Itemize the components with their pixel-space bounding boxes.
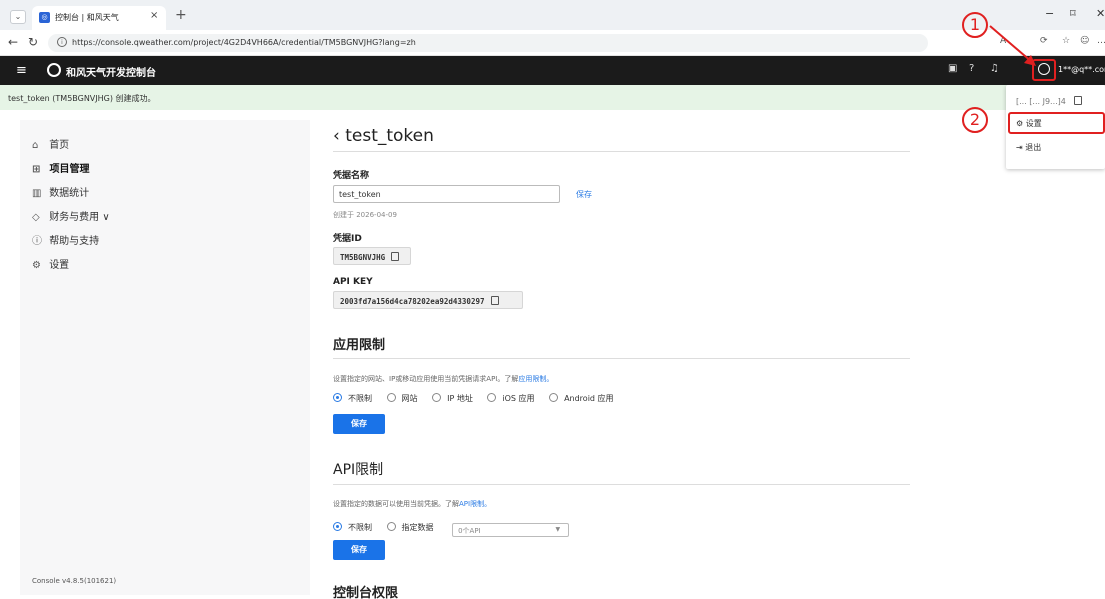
sidebar-item-settings[interactable]: ⚙ 设置 xyxy=(32,256,69,271)
back-chevron-icon[interactable]: ‹ xyxy=(333,126,340,146)
version-label: Console v4.8.5(101621) xyxy=(32,577,117,585)
sidebar-item-label: 设置 xyxy=(49,260,70,271)
console-permission-title: 控制台权限 xyxy=(333,586,399,599)
chevron-down-icon: ▼ xyxy=(555,526,561,533)
sidebar-item-stats[interactable]: ▥ 数据统计 xyxy=(32,184,89,199)
api-key-value: 2003fd7a156d4ca78202ea92d4330297 xyxy=(340,297,485,306)
radio-no-limit[interactable]: 不限制 xyxy=(333,522,372,532)
api-key-box: 2003fd7a156d4ca78202ea92d4330297 xyxy=(333,291,523,309)
app-limit-desc: 设置指定的网站、IP或移动应用使用当前凭据请求API。了解应用限制。 xyxy=(333,375,554,383)
credential-name-input[interactable] xyxy=(333,185,560,203)
created-date: 创建于 2026-04-09 xyxy=(333,211,397,219)
app-limit-radio-group: 不限制 网站 IP 地址 iOS 应用 Android 应用 xyxy=(333,393,626,404)
radio-icon xyxy=(432,393,442,402)
radio-no-limit[interactable]: 不限制 xyxy=(333,393,372,403)
radio-specific-data[interactable]: 指定数据 xyxy=(386,522,434,532)
sidebar: ⌂ 首页 ⊞ 项目管理 ▥ 数据统计 ◇ 财务与费用 ∨ ⓘ 帮助与支持 ⚙ 设… xyxy=(20,120,310,595)
radio-website[interactable]: 网站 xyxy=(386,393,418,403)
sidebar-item-home[interactable]: ⌂ 首页 xyxy=(32,136,69,151)
api-limit-radio-group: 不限制 指定数据 0个API ▼ xyxy=(333,522,570,537)
gear-icon: ⚙ xyxy=(1016,119,1024,128)
page-title-text: test_token xyxy=(345,126,434,146)
credential-id-box: TM5BGNVJHG xyxy=(333,247,411,265)
grid-icon: ⊞ xyxy=(32,164,41,175)
gear-icon: ⚙ xyxy=(32,260,41,271)
sidebar-item-help[interactable]: ⓘ 帮助与支持 xyxy=(32,232,99,247)
sidebar-item-label: 帮助与支持 xyxy=(49,236,100,247)
wallet-icon: ◇ xyxy=(32,212,40,223)
save-name-link[interactable]: 保存 xyxy=(576,189,592,200)
api-limit-title: API限制 xyxy=(333,462,384,478)
radio-checked-icon xyxy=(333,522,342,531)
api-limit-save-button[interactable]: 保存 xyxy=(333,540,385,560)
credential-name-label: 凭据名称 xyxy=(333,171,370,181)
radio-icon xyxy=(386,393,396,402)
sidebar-item-label: 项目管理 xyxy=(49,164,90,175)
api-limit-learn-link[interactable]: API限制。 xyxy=(459,500,491,508)
app-limit-save-button[interactable]: 保存 xyxy=(333,414,385,434)
radio-checked-icon xyxy=(333,393,342,402)
sidebar-item-finance[interactable]: ◇ 财务与费用 ∨ xyxy=(32,208,110,223)
chart-icon: ▥ xyxy=(32,188,42,199)
app-limit-title: 应用限制 xyxy=(333,338,386,353)
radio-icon xyxy=(549,393,559,402)
sidebar-item-label: 首页 xyxy=(49,140,70,151)
page-title: ‹ test_token xyxy=(333,126,434,146)
copy-icon[interactable] xyxy=(490,296,499,305)
credential-id-value: TM5BGNVJHG xyxy=(340,253,386,262)
divider xyxy=(333,358,910,359)
api-key-label: API KEY xyxy=(333,277,373,287)
divider xyxy=(333,151,910,152)
sidebar-item-label: 数据统计 xyxy=(49,188,90,199)
menu-item-logout[interactable]: ⇥ 退出 xyxy=(1016,142,1041,153)
annotation-arrow xyxy=(989,25,1036,66)
radio-android[interactable]: Android 应用 xyxy=(549,393,614,403)
logout-icon: ⇥ xyxy=(1016,143,1023,152)
divider xyxy=(333,484,910,485)
app-limit-learn-link[interactable]: 应用限制。 xyxy=(518,375,553,383)
help-icon: ⓘ xyxy=(32,236,42,247)
home-icon: ⌂ xyxy=(32,140,39,151)
radio-icon xyxy=(487,393,497,402)
sidebar-item-projects[interactable]: ⊞ 项目管理 xyxy=(32,160,89,175)
credential-id-label: 凭据ID xyxy=(333,234,362,244)
radio-ios[interactable]: iOS 应用 xyxy=(487,393,535,403)
chevron-down-icon: ∨ xyxy=(102,212,110,223)
radio-icon xyxy=(386,522,396,531)
copy-icon[interactable] xyxy=(391,252,400,261)
sidebar-item-label: 财务与费用 xyxy=(49,212,100,223)
radio-ip[interactable]: IP 地址 xyxy=(432,393,473,403)
api-limit-desc: 设置指定的数据可以使用当前凭据。了解API限制。 xyxy=(333,500,492,508)
api-select[interactable]: 0个API ▼ xyxy=(452,523,570,537)
